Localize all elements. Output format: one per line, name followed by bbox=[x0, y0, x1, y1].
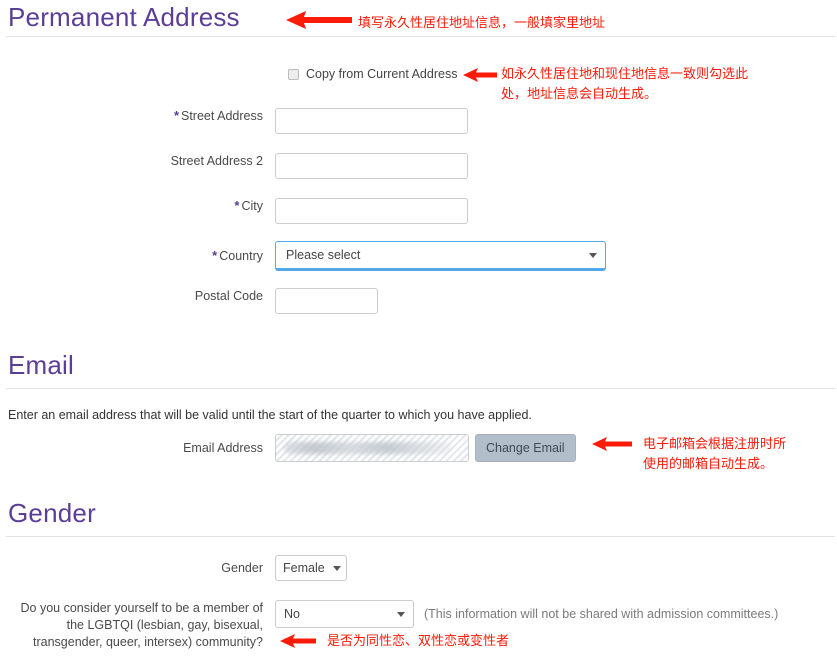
label-text-gender: Gender bbox=[221, 561, 263, 575]
label-text-country: Country bbox=[219, 249, 263, 263]
label-lgbtqi-question: Do you consider yourself to be a member … bbox=[20, 601, 263, 649]
form-row-city: * City bbox=[0, 198, 700, 224]
email-address-redaction bbox=[284, 442, 452, 454]
lgbtqi-privacy-note: (This information will not be shared wit… bbox=[424, 607, 779, 621]
annotation-permanent-address: 填写永久性居住地址信息，一般填家里地址 bbox=[358, 15, 606, 30]
form-row-street-address: * Street Address bbox=[0, 108, 700, 134]
control-email-address: Change Email bbox=[275, 434, 700, 462]
section-title-email: Email bbox=[8, 350, 75, 380]
section-title-permanent-address: Permanent Address bbox=[8, 2, 240, 32]
form-row-country: * Country Please select bbox=[0, 241, 700, 271]
copy-from-current-address-row[interactable]: Copy from Current Address bbox=[288, 67, 457, 81]
application-form-page: Permanent Address 填写永久性居住地址信息，一般填家里地址 Co… bbox=[0, 0, 837, 668]
email-address-field-disabled bbox=[275, 434, 469, 462]
control-gender: Female bbox=[275, 555, 700, 581]
lgbtqi-select-value: No bbox=[284, 607, 300, 621]
label-country: * Country bbox=[0, 241, 275, 271]
copy-from-current-address-label: Copy from Current Address bbox=[306, 67, 458, 81]
label-email-address: Email Address bbox=[0, 434, 275, 462]
required-star-country: * bbox=[212, 248, 218, 263]
label-street-address: * Street Address bbox=[0, 108, 275, 124]
control-street-address bbox=[275, 108, 700, 134]
gender-select-value: Female bbox=[283, 561, 325, 575]
annotation-lgbtqi: 是否为同性恋、双性恋或变性者 bbox=[327, 633, 510, 648]
divider-gender bbox=[6, 536, 835, 537]
required-star-street-address: * bbox=[173, 108, 179, 123]
arrow-icon-email bbox=[592, 437, 632, 451]
arrow-icon-lgbtqi bbox=[280, 634, 316, 648]
form-row-street-address-2: Street Address 2 bbox=[0, 153, 700, 179]
arrow-icon-permanent-address bbox=[286, 11, 352, 29]
label-text-street-address-2: Street Address 2 bbox=[170, 154, 263, 168]
label-postal-code: Postal Code bbox=[0, 288, 275, 304]
control-country: Please select bbox=[275, 241, 700, 271]
chevron-down-icon-lgbtqi bbox=[397, 611, 405, 617]
lgbtqi-select[interactable]: No bbox=[275, 600, 414, 628]
label-text-city: City bbox=[241, 199, 263, 213]
form-row-postal-code: Postal Code bbox=[0, 288, 700, 314]
control-lgbtqi: No (This information will not be shared … bbox=[275, 600, 837, 628]
street-address-input[interactable] bbox=[275, 108, 468, 134]
label-gender: Gender bbox=[0, 555, 275, 581]
city-input[interactable] bbox=[275, 198, 468, 224]
label-city: * City bbox=[0, 198, 275, 214]
country-select-value: Please select bbox=[286, 248, 361, 262]
control-postal-code bbox=[275, 288, 700, 314]
postal-code-input[interactable] bbox=[275, 288, 378, 314]
divider-permanent-address bbox=[6, 36, 835, 37]
copy-from-current-address-checkbox[interactable] bbox=[288, 68, 299, 80]
label-street-address-2: Street Address 2 bbox=[0, 153, 275, 169]
required-star-city: * bbox=[234, 198, 240, 213]
email-intro-text: Enter an email address that will be vali… bbox=[8, 408, 532, 422]
country-select[interactable]: Please select bbox=[275, 241, 606, 271]
gender-select[interactable]: Female bbox=[275, 555, 347, 581]
annotation-copy-checkbox: 如永久性居住地和现住地信息一致则勾选此 处，地址信息会自动生成。 bbox=[501, 66, 749, 101]
divider-email bbox=[6, 388, 835, 389]
chevron-down-icon-country bbox=[589, 252, 597, 258]
change-email-button[interactable]: Change Email bbox=[475, 434, 576, 462]
label-text-street-address: Street Address bbox=[181, 109, 263, 123]
control-city bbox=[275, 198, 700, 224]
label-text-postal-code: Postal Code bbox=[194, 289, 263, 303]
street-address-2-input[interactable] bbox=[275, 153, 468, 179]
label-text-email-address: Email Address bbox=[183, 441, 263, 455]
section-title-gender: Gender bbox=[8, 498, 96, 528]
chevron-down-icon-gender bbox=[332, 565, 341, 571]
form-row-gender: Gender Female bbox=[0, 555, 700, 581]
arrow-icon-copy-checkbox bbox=[463, 68, 497, 82]
control-street-address-2 bbox=[275, 153, 700, 179]
annotation-email: 电子邮箱会根据注册时所 使用的邮箱自动生成。 bbox=[643, 436, 787, 471]
